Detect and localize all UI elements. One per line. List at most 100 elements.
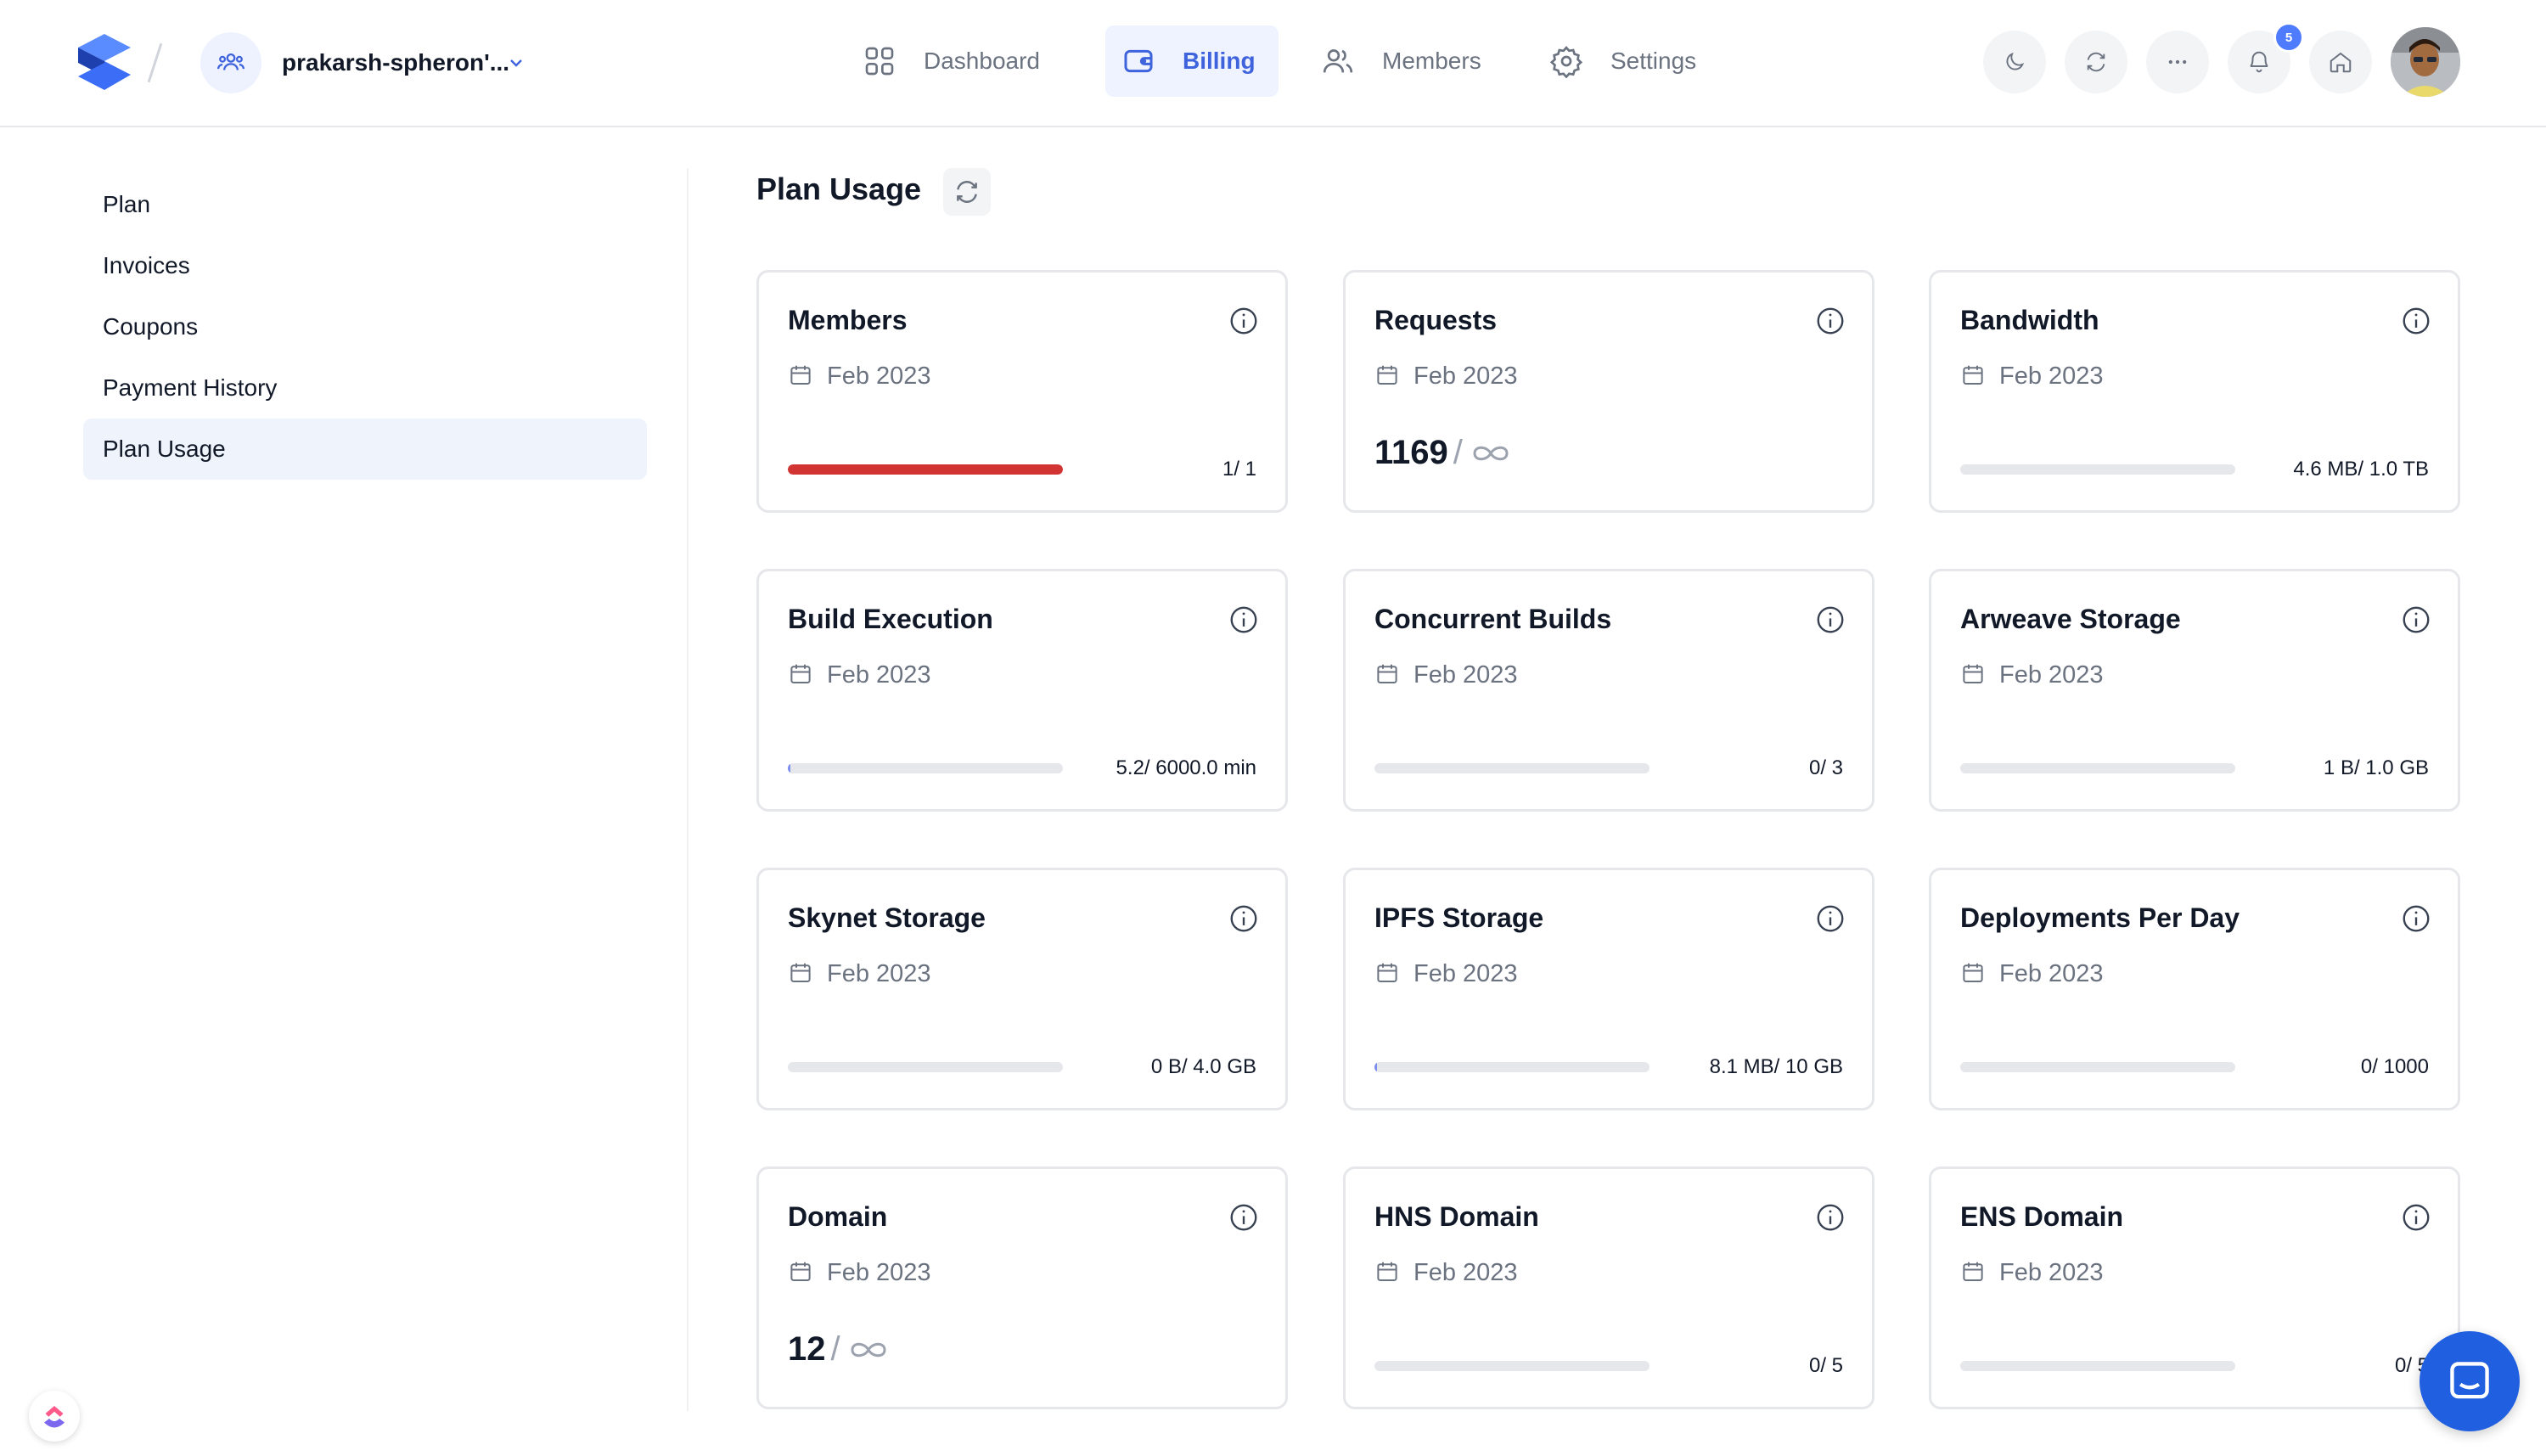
wallet-icon (1124, 49, 1153, 73)
card-title: IPFS Storage (1374, 902, 1544, 933)
calendar-icon (790, 664, 811, 683)
nav-members-label: Members (1382, 48, 1481, 74)
calendar-icon (1963, 1262, 1983, 1281)
chevron-down-icon[interactable] (506, 53, 526, 73)
team-icon (216, 53, 245, 70)
separator: / (830, 1330, 840, 1368)
card-date: Feb 2023 (1414, 661, 1518, 689)
card-title: ENS Domain (1960, 1201, 2124, 1232)
notification-count-badge: 5 (2273, 22, 2304, 53)
card-date: Feb 2023 (1999, 661, 2104, 689)
usage-value: 4.6 MB/ 1.0 TB (2293, 458, 2429, 481)
calendar-icon (1377, 1262, 1397, 1281)
calendar-icon (1963, 664, 1983, 683)
home-button[interactable] (2309, 31, 2372, 93)
card-title: Concurrent Builds (1374, 604, 1612, 634)
refresh-usage-button[interactable] (943, 168, 991, 216)
usage-progress-bar (1374, 1062, 1650, 1072)
usage-value: 5.2/ 6000.0 min (1116, 756, 1256, 779)
usage-progress-fill (788, 464, 1063, 475)
info-icon[interactable] (1228, 305, 1260, 337)
card-date: Feb 2023 (1999, 363, 2104, 390)
usage-progress-bar (1960, 1361, 2235, 1371)
gear-icon (1549, 46, 1583, 78)
organization-avatar[interactable] (200, 32, 261, 93)
calendar-icon (1377, 664, 1397, 683)
usage-card: Deployments Per Day Feb 2023 0/ 1000 (1929, 868, 2460, 1110)
sidebar-item-label: Payment History (103, 374, 278, 401)
card-title: Skynet Storage (788, 902, 986, 933)
usage-value: 0/ 3 (1808, 756, 1843, 779)
info-icon[interactable] (2400, 604, 2432, 636)
info-icon[interactable] (1228, 1201, 1260, 1234)
bell-icon (2250, 51, 2268, 73)
info-icon[interactable] (1814, 1201, 1846, 1234)
nav-billing[interactable]: Billing (1105, 25, 1279, 97)
nav-members[interactable]: Members (1321, 25, 1481, 97)
sidebar-item-label: Plan (103, 191, 151, 217)
card-date: Feb 2023 (827, 960, 931, 987)
card-title: Build Execution (788, 604, 993, 634)
user-photo (2391, 27, 2460, 97)
sidebar-item-plan[interactable]: Plan (83, 174, 647, 235)
organization-name[interactable]: prakarsh-spheron'... (282, 49, 509, 76)
usage-progress-fill (1374, 1062, 1377, 1072)
separator: / (1453, 434, 1463, 471)
usage-progress-bar (1960, 763, 2235, 773)
usage-value: 0 B/ 4.0 GB (1150, 1055, 1256, 1078)
calendar-icon (790, 365, 811, 385)
chat-launcher-button[interactable] (2420, 1331, 2520, 1431)
nav-settings-label: Settings (1610, 48, 1697, 74)
usage-card: Build Execution Feb 2023 5.2/ 6000.0 min (756, 569, 1288, 812)
sidebar-item-label: Plan Usage (103, 436, 226, 462)
card-date: Feb 2023 (1999, 1259, 2104, 1286)
info-icon[interactable] (1814, 305, 1846, 337)
clickup-widget[interactable] (29, 1391, 80, 1442)
nav-dashboard[interactable]: Dashboard (863, 25, 1040, 97)
card-title: Deployments Per Day (1960, 902, 2240, 933)
sidebar-item-payment-history[interactable]: Payment History (83, 357, 647, 419)
info-icon[interactable] (2400, 305, 2432, 337)
usage-card: HNS Domain Feb 2023 0/ 5 (1343, 1166, 1874, 1409)
nav-settings[interactable]: Settings (1549, 25, 1696, 97)
card-date: Feb 2023 (1414, 1259, 1518, 1286)
info-icon[interactable] (2400, 1201, 2432, 1234)
calendar-icon (1377, 963, 1397, 982)
card-date: Feb 2023 (827, 661, 931, 689)
calendar-icon (1377, 365, 1397, 385)
sync-button[interactable] (2065, 31, 2127, 93)
card-date: Feb 2023 (1999, 960, 2104, 987)
info-icon[interactable] (1814, 604, 1846, 636)
sidebar-item-label: Coupons (103, 313, 199, 340)
card-date: Feb 2023 (1414, 363, 1518, 390)
calendar-icon (1963, 963, 1983, 982)
chat-icon (2450, 1362, 2489, 1399)
card-date: Feb 2023 (1414, 960, 1518, 987)
info-icon[interactable] (1814, 902, 1846, 935)
sidebar-item-plan-usage[interactable]: Plan Usage (83, 419, 647, 480)
usage-value: 1169 (1374, 434, 1448, 471)
usage-card: Members Feb 2023 1/ 1 (756, 270, 1288, 513)
nav-dashboard-label: Dashboard (924, 48, 1040, 74)
usage-value: 8.1 MB/ 10 GB (1709, 1055, 1843, 1078)
sidebar-item-invoices[interactable]: Invoices (83, 235, 647, 296)
spheron-logo[interactable] (78, 34, 131, 90)
usage-progress-bar (1374, 763, 1650, 773)
usage-value: 1 B/ 1.0 GB (2323, 756, 2429, 779)
sync-icon (2087, 52, 2105, 72)
sidebar-item-coupons[interactable]: Coupons (83, 296, 647, 357)
user-avatar[interactable] (2391, 27, 2460, 97)
infinity-icon (851, 1342, 886, 1357)
info-icon[interactable] (1228, 604, 1260, 636)
usage-card: Domain Feb 2023 12/ (756, 1166, 1288, 1409)
theme-toggle-button[interactable] (1983, 31, 2046, 93)
grid-icon (865, 47, 894, 76)
info-icon[interactable] (1228, 902, 1260, 935)
more-options-button[interactable] (2146, 31, 2209, 93)
nav-billing-label: Billing (1183, 48, 1256, 74)
usage-progress-bar (1374, 1361, 1650, 1371)
usage-count: 12/ (788, 1330, 890, 1369)
usage-progress-bar (788, 464, 1063, 475)
card-title: Domain (788, 1201, 888, 1232)
info-icon[interactable] (2400, 902, 2432, 935)
